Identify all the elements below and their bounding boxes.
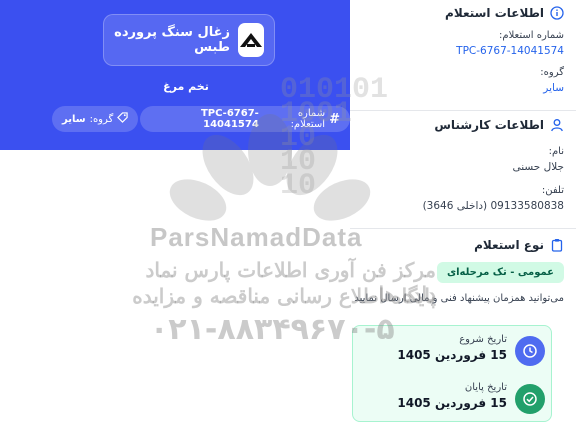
expert-phone-label: تلفن:: [541, 185, 564, 196]
divider: [350, 228, 576, 229]
inquiry-info-section: اطلاعات استعلام شماره استعلام: TPC-6767-…: [350, 6, 576, 94]
expert-info-title: اطلاعات کارشناس: [434, 118, 544, 132]
info-icon: [550, 6, 564, 20]
inquiry-type-badge: عمومی - تک مرحله‌ای: [436, 262, 564, 283]
inquiry-number-value: TPC-6767-14041574: [200, 108, 259, 130]
inquiry-number-label: شماره استعلام:: [290, 108, 326, 130]
expert-name-value: جلال حسنی: [512, 161, 564, 173]
start-date-row: تاریخ شروع 15 فروردین 1405: [353, 328, 553, 374]
clipboard-icon: [550, 238, 564, 252]
clock-icon: [515, 336, 545, 366]
group-value: سایر: [62, 113, 86, 125]
expert-name-label: نام:: [548, 146, 564, 157]
end-date-label: تاریخ پایان: [464, 382, 507, 393]
dates-card: تاریخ شروع 15 فروردین 1405 تاریخ پایان 1…: [352, 325, 552, 422]
group-field-label: گروه:: [540, 67, 564, 78]
inquiry-type-description: می‌توانید همزمان پیشنهاد فنی و مالی ارسا…: [354, 293, 564, 304]
company-logo: [238, 23, 264, 57]
tag-icon: [117, 112, 128, 126]
end-date-value: 15 فروردین 1405: [397, 396, 507, 410]
check-circle-icon: [515, 384, 545, 414]
divider: [350, 110, 576, 111]
group-label: گروه:: [89, 113, 114, 125]
expert-phone-value[interactable]: 09133580838 (داخلی 3646): [350, 200, 564, 212]
end-date-row: تاریخ پایان 15 فروردین 1405: [353, 376, 553, 422]
inquiry-info-title: اطلاعات استعلام: [445, 6, 544, 20]
inquiry-number-field-value[interactable]: TPC-6767-14041574: [350, 45, 564, 57]
inquiry-subject: تخم مرغ: [163, 80, 209, 93]
hash-icon: #: [329, 111, 340, 127]
inquiry-type-section: نوع استعلام عمومی - تک مرحله‌ای می‌توانی…: [326, 238, 576, 304]
user-icon: [550, 118, 564, 132]
inquiry-number-field-label: شماره استعلام:: [499, 30, 564, 41]
start-date-label: تاریخ شروع: [459, 334, 507, 345]
group-field-value[interactable]: سایر: [350, 82, 564, 94]
expert-info-section: اطلاعات کارشناس نام: جلال حسنی تلفن: 091…: [350, 118, 576, 212]
inquiry-type-title: نوع استعلام: [474, 238, 544, 252]
inquiry-hero-banner: زغال سنگ پرورده طبس تخم مرغ # شماره استع…: [0, 0, 350, 150]
company-card: زغال سنگ پرورده طبس: [103, 14, 275, 66]
group-pill: گروه: سایر: [52, 106, 139, 132]
company-name: زغال سنگ پرورده طبس: [114, 25, 230, 55]
inquiry-number-pill: # شماره استعلام: TPC-6767-14041574: [140, 106, 350, 132]
start-date-value: 15 فروردین 1405: [397, 348, 507, 362]
